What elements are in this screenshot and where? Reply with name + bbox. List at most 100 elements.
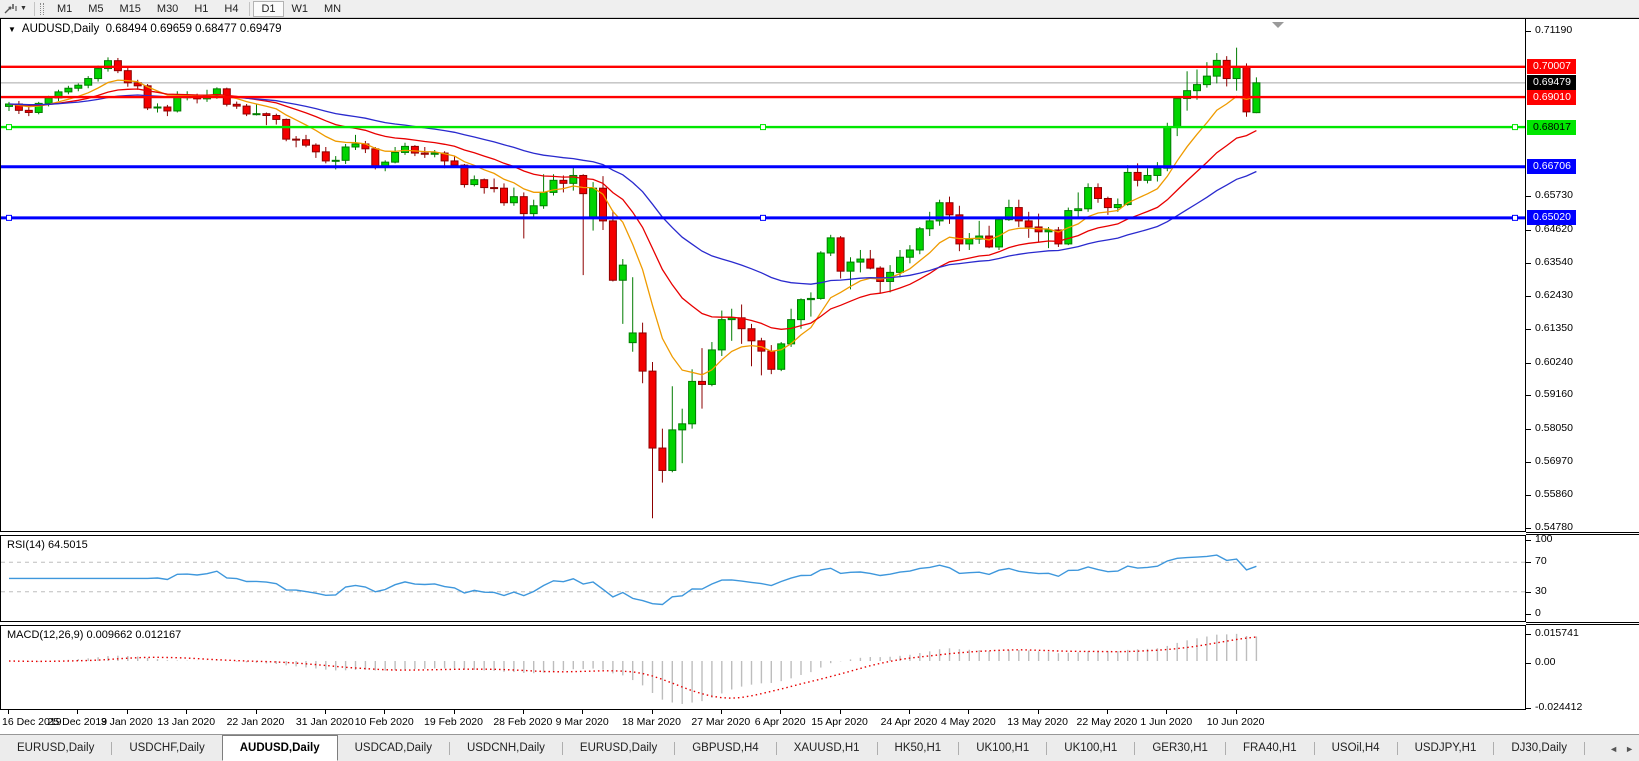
candle-up[interactable] (857, 259, 864, 262)
candle-up[interactable] (1154, 168, 1161, 175)
candle-up[interactable] (590, 188, 597, 217)
timeframe-button-d1[interactable]: D1 (253, 1, 283, 17)
candle-down[interactable] (451, 161, 458, 165)
chart-tab-usoil-h4[interactable]: USOil,H4 (1315, 735, 1397, 761)
macd-chart-svg[interactable] (1, 626, 1525, 709)
candle-down[interactable] (25, 110, 32, 112)
chart-tab-uk100-h1[interactable]: UK100,H1 (959, 735, 1046, 761)
candle-up[interactable] (85, 79, 92, 86)
candle-up[interactable] (332, 160, 339, 161)
candle-up[interactable] (540, 192, 547, 205)
candle-up[interactable] (916, 229, 923, 250)
candle-down[interactable] (649, 371, 656, 448)
timeframe-button-m5[interactable]: M5 (80, 1, 111, 17)
candle-down[interactable] (1104, 198, 1111, 207)
timeframe-button-h4[interactable]: H4 (216, 1, 246, 17)
candle-up[interactable] (352, 144, 359, 147)
candle-up[interactable] (906, 250, 913, 257)
candle-down[interactable] (768, 351, 775, 369)
chart-tab-ger30-h1[interactable]: GER30,H1 (1135, 735, 1225, 761)
candle-down[interactable] (421, 153, 428, 154)
timeframe-button-w1[interactable]: W1 (284, 1, 317, 17)
candle-up[interactable] (847, 262, 854, 271)
candle-up[interactable] (807, 298, 814, 299)
candle-down[interactable] (303, 140, 310, 145)
candle-down[interactable] (867, 259, 874, 268)
candle-up[interactable] (471, 180, 478, 185)
candle-down[interactable] (986, 236, 993, 247)
chart-tab-usdchf-daily[interactable]: USDCHF,Daily (112, 735, 221, 761)
candle-down[interactable] (312, 145, 319, 152)
ma-slow-line[interactable] (9, 95, 1256, 284)
price-pane[interactable]: ▼AUDUSD,Daily 0.68494 0.69659 0.68477 0.… (0, 18, 1526, 532)
rsi-pane[interactable]: RSI(14) 64.5015 (0, 535, 1526, 622)
pane-separator[interactable] (1526, 622, 1639, 625)
candle-up[interactable] (174, 97, 181, 111)
candle-down[interactable] (609, 221, 616, 280)
chart-cursor-icon[interactable] (3, 2, 19, 16)
candle-down[interactable] (1243, 66, 1250, 111)
macd-pane[interactable]: MACD(12,26,9) 0.009662 0.012167 (0, 625, 1526, 710)
candle-up[interactable] (1233, 66, 1240, 78)
candle-down[interactable] (501, 188, 508, 203)
candle-up[interactable] (45, 98, 52, 103)
candle-up[interactable] (402, 146, 409, 152)
candle-down[interactable] (946, 203, 953, 215)
candle-up[interactable] (1085, 188, 1092, 209)
candle-down[interactable] (1134, 172, 1141, 180)
chart-tab-hk50-h1[interactable]: HK50,H1 (878, 735, 959, 761)
candle-up[interactable] (817, 253, 824, 298)
rsi-chart-svg[interactable] (1, 536, 1525, 621)
candle-up[interactable] (926, 221, 933, 229)
candle-up[interactable] (65, 88, 72, 92)
candle-down[interactable] (520, 197, 527, 214)
chart-tab-usdcad-daily[interactable]: USDCAD,Daily (338, 735, 449, 761)
candle-down[interactable] (283, 119, 290, 139)
candle-up[interactable] (342, 147, 349, 160)
candle-down[interactable] (639, 333, 646, 371)
candle-up[interactable] (718, 320, 725, 350)
chart-tab-fra40-h1[interactable]: FRA40,H1 (1226, 735, 1314, 761)
line-handle[interactable] (761, 215, 766, 220)
tab-scroll-right-icon[interactable]: ► (1625, 744, 1634, 754)
candle-up[interactable] (669, 430, 676, 471)
candle-up[interactable] (827, 238, 834, 253)
candle-up[interactable] (1164, 127, 1171, 168)
candle-up[interactable] (530, 206, 537, 214)
chart-tab-usdjpy-h1[interactable]: USDJPY,H1 (1398, 735, 1494, 761)
price-chart-svg[interactable] (1, 19, 1525, 531)
candle-up[interactable] (798, 300, 805, 320)
candle-down[interactable] (1025, 221, 1032, 227)
candle-down[interactable] (748, 329, 755, 341)
timeframe-button-h1[interactable]: H1 (186, 1, 216, 17)
tab-scroll-left-icon[interactable]: ◄ (1609, 744, 1618, 754)
timeframe-button-m30[interactable]: M30 (149, 1, 186, 17)
candle-up[interactable] (966, 239, 973, 244)
candle-up[interactable] (679, 424, 686, 430)
chart-tab-gbpusd-h4[interactable]: GBPUSD,H4 (675, 735, 775, 761)
candle-down[interactable] (273, 115, 280, 119)
candle-up[interactable] (154, 107, 161, 108)
line-handle[interactable] (761, 125, 766, 130)
candle-down[interactable] (322, 152, 329, 161)
candle-down[interactable] (491, 188, 498, 189)
chart-tab-usdcnh-daily[interactable]: USDCNH,Daily (450, 735, 562, 761)
candle-up[interactable] (619, 265, 626, 280)
candle-up[interactable] (629, 333, 636, 343)
candle-down[interactable] (293, 139, 300, 140)
collapse-arrow-icon[interactable]: ▼ (8, 25, 16, 34)
candle-up[interactable] (1174, 99, 1181, 127)
candle-down[interactable] (233, 104, 240, 106)
toolbar-grip[interactable] (40, 3, 44, 15)
line-handle[interactable] (7, 125, 12, 130)
candle-up[interactable] (788, 320, 795, 344)
chart-tab-xauusd-h1[interactable]: XAUUSD,H1 (777, 735, 877, 761)
candle-down[interactable] (659, 448, 666, 470)
candle-up[interactable] (1194, 85, 1201, 91)
line-handle[interactable] (1513, 215, 1518, 220)
candle-up[interactable] (1213, 60, 1220, 76)
candle-down[interactable] (372, 149, 379, 167)
price-scale[interactable]: 0.711900.657300.646200.635400.624300.613… (1526, 18, 1639, 734)
candle-down[interactable] (1223, 60, 1230, 78)
chart-tab-eurusd-daily[interactable]: EURUSD,Daily (563, 735, 674, 761)
